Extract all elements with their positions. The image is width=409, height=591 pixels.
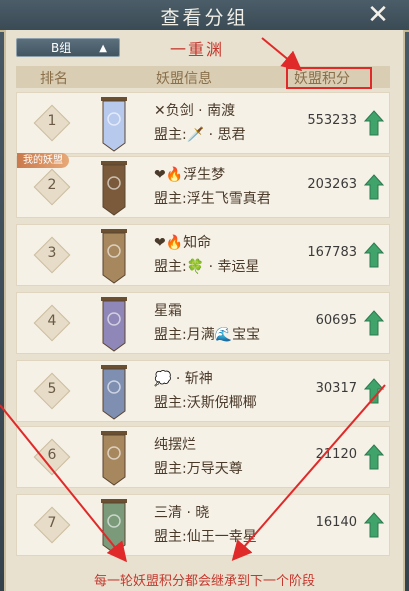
close-icon[interactable]: ✕: [365, 2, 391, 28]
alliance-leader: 盟主:🍀 · 幸运星: [154, 259, 260, 275]
alliance-row[interactable]: 3 ❤🔥知命 盟主:🍀 · 幸运星 167783: [16, 224, 390, 286]
rank-number: 7: [47, 515, 57, 531]
rank-number: 1: [47, 113, 57, 129]
alliance-banner-icon: [101, 499, 127, 554]
trend-up-icon: [364, 378, 384, 404]
trend-up-icon: [364, 444, 384, 470]
alliance-name: 星霜: [154, 303, 182, 319]
alliance-name: ✕负剑 · 南渡: [154, 103, 236, 119]
alliance-leader: 盟主:沃斯倪椰椰: [154, 395, 257, 411]
alliance-row[interactable]: 5 💭 · 斩神 盟主:沃斯倪椰椰 30317: [16, 360, 390, 422]
trend-up-icon: [364, 110, 384, 136]
alliance-row[interactable]: 1 ✕负剑 · 南渡 盟主:🗡️ · 思君 553233: [16, 92, 390, 154]
alliance-leader: 盟主:万导天尊: [154, 461, 243, 477]
rank-number: 3: [47, 245, 57, 261]
column-rank: 排名: [40, 71, 68, 87]
chevron-up-icon: ▲: [99, 43, 107, 54]
rank-number: 6: [47, 447, 57, 463]
rank-number: 4: [47, 313, 57, 329]
alliance-banner-icon: [101, 161, 127, 216]
alliance-leader: 盟主:浮生飞雪真君: [154, 191, 271, 207]
alliance-row[interactable]: 4 星霜 盟主:月满🌊宝宝 60695: [16, 292, 390, 354]
alliance-banner-icon: [101, 431, 127, 486]
alliance-leader: 盟主:仙王一幸星: [154, 529, 257, 545]
alliance-score: 167783: [307, 245, 357, 260]
alliance-score: 553233: [307, 113, 357, 128]
rank-number: 5: [47, 381, 57, 397]
alliance-banner-icon: [101, 97, 127, 152]
alliance-score: 203263: [307, 177, 357, 192]
alliance-score: 60695: [315, 313, 357, 328]
page-title: 查看分组: [160, 7, 249, 29]
division-label: 一重渊: [170, 40, 225, 59]
trend-up-icon: [364, 174, 384, 200]
alliance-leader: 盟主:月满🌊宝宝: [154, 327, 261, 343]
trend-up-icon: [364, 512, 384, 538]
alliance-row[interactable]: 7 三清 · 晓 盟主:仙王一幸星 16140: [16, 494, 390, 556]
alliance-banner-icon: [101, 365, 127, 420]
alliance-name: 💭 · 斩神: [154, 371, 213, 387]
my-alliance-tag: 我的妖盟: [17, 153, 69, 168]
footer-note: 每一轮妖盟积分都会继承到下一个阶段: [93, 574, 315, 589]
alliance-score: 16140: [315, 515, 357, 530]
alliance-name: 三清 · 晓: [154, 505, 210, 521]
group-dropdown-value: B组: [51, 41, 72, 55]
group-dropdown[interactable]: B组 ▲: [16, 38, 120, 57]
alliance-banner-icon: [101, 229, 127, 284]
alliance-banner-icon: [101, 297, 127, 352]
alliance-leader: 盟主:🗡️ · 思君: [154, 127, 246, 143]
trend-up-icon: [364, 310, 384, 336]
alliance-score: 21120: [315, 447, 357, 462]
column-info: 妖盟信息: [156, 71, 212, 87]
alliance-name: ❤🔥浮生梦: [154, 167, 226, 183]
alliance-name: ❤🔥知命: [154, 235, 212, 251]
header-bar: 查看分组 ✕: [0, 0, 409, 32]
alliance-score: 30317: [315, 381, 357, 396]
trend-up-icon: [364, 242, 384, 268]
alliance-name: 纯摆烂: [154, 437, 196, 453]
rank-number: 2: [47, 177, 57, 193]
score-highlight-box: [286, 67, 372, 89]
game-window: 查看分组 ✕ B组 ▲ 一重渊 排名 妖盟信息 妖盟积分 1 ✕负剑 · 南渡 …: [0, 0, 409, 591]
alliance-row[interactable]: 6 纯摆烂 盟主:万导天尊 21120: [16, 426, 390, 488]
alliance-row[interactable]: 2 ❤🔥浮生梦 盟主:浮生飞雪真君 203263 我的妖盟: [16, 153, 390, 218]
